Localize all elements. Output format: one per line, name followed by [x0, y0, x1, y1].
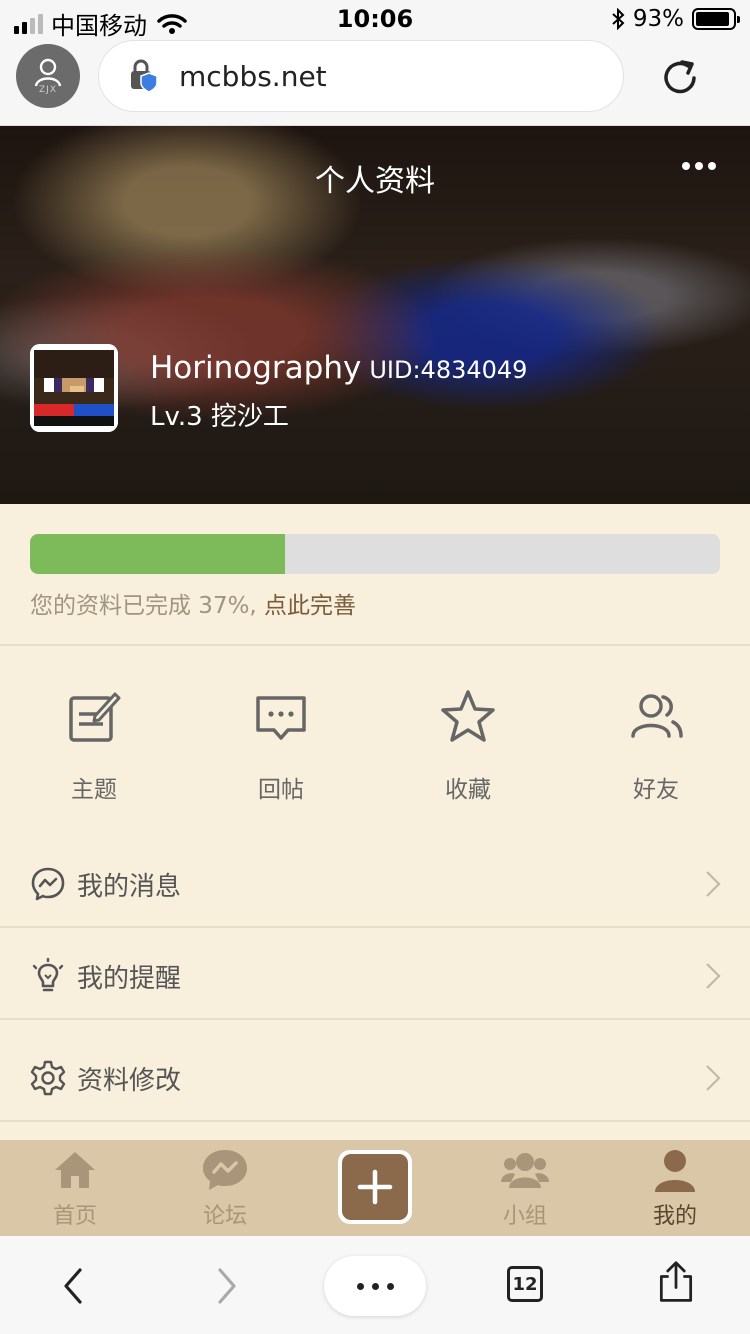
home-icon [55, 1152, 95, 1188]
person-icon [34, 58, 62, 87]
lock-icon [131, 59, 158, 93]
menu-item-edit-profile[interactable]: 资料修改 [0, 1032, 750, 1124]
chevron-right-icon [706, 1065, 721, 1091]
star-icon [441, 690, 495, 742]
url-text: mcbbs.net [179, 59, 327, 93]
tab-mine[interactable]: 我的 [625, 1148, 725, 1230]
chevron-right-icon [706, 871, 721, 897]
edit-icon [69, 692, 121, 742]
menu-item-label: 资料修改 [77, 1065, 182, 1096]
status-right: 93% [611, 6, 740, 32]
divider [0, 644, 750, 646]
user-uid: UID:4834049 [369, 356, 528, 384]
profile-progress-fill [30, 534, 286, 574]
profile-button[interactable]: ZJX [16, 44, 80, 108]
comment-icon [256, 696, 306, 740]
chevron-right-icon [706, 963, 721, 989]
battery-icon [692, 8, 740, 30]
browser-toolbar: 12 [0, 1236, 750, 1334]
minecraft-avatar-image [30, 344, 118, 432]
divider [0, 1120, 750, 1122]
profile-header: 个人资料 Horinography UID:4834049 Lv.3 挖沙工 [0, 126, 750, 504]
tab-label: 论坛 [202, 1204, 247, 1229]
username-text: Horinography [150, 350, 362, 386]
username: Horinography UID:4834049 [150, 350, 527, 386]
browser-address-bar: ZJX mcbbs.net [0, 40, 750, 126]
profile-progress-bar [30, 534, 720, 574]
tabs-button[interactable]: 12 [507, 1266, 543, 1302]
menu-item-label: 我的提醒 [77, 963, 182, 994]
user-level: Lv.3 挖沙工 [150, 402, 289, 432]
quick-action-label: 主题 [71, 777, 117, 803]
quick-action-label: 收藏 [445, 777, 491, 803]
app-tab-bar: 首页 论坛 小组 我的 [0, 1140, 750, 1236]
settings-icon [30, 1060, 66, 1096]
add-post-button[interactable] [338, 1150, 412, 1224]
status-bar: 中国移动 10:06 93% [0, 0, 750, 40]
page-title: 个人资料 [315, 164, 435, 199]
forum-icon [203, 1150, 247, 1190]
menu-item-label: 我的消息 [77, 871, 182, 902]
complete-profile-link[interactable]: 点此完善 [257, 593, 356, 619]
profile-initials: ZJX [39, 85, 57, 95]
quick-action-label: 好友 [633, 777, 679, 803]
share-icon[interactable] [654, 1260, 698, 1304]
tab-label: 首页 [52, 1204, 97, 1229]
add-icon [342, 1154, 408, 1220]
quick-action-topics[interactable]: 主题 [34, 688, 154, 804]
battery-fill [696, 12, 730, 26]
user-icon [655, 1150, 695, 1192]
quick-action-label: 回帖 [258, 777, 304, 803]
friends-icon [631, 694, 683, 738]
menu-item-messages[interactable]: 我的消息 [0, 838, 750, 930]
tab-home[interactable]: 首页 [25, 1148, 125, 1230]
progress-text: 您的资料已完成 37%, [30, 593, 257, 619]
back-icon[interactable] [52, 1264, 96, 1308]
url-field[interactable]: mcbbs.net [98, 40, 624, 112]
group-icon [501, 1153, 549, 1188]
quick-action-replies[interactable]: 回帖 [221, 688, 341, 804]
more-menu-button[interactable] [324, 1256, 426, 1316]
user-avatar[interactable] [30, 344, 118, 432]
quick-action-friends[interactable]: 好友 [596, 688, 716, 804]
divider [0, 1018, 750, 1020]
bulb-icon [32, 958, 64, 992]
quick-action-favorites[interactable]: 收藏 [408, 688, 528, 804]
battery-percent: 93% [632, 6, 684, 32]
reload-icon[interactable] [658, 56, 702, 100]
menu-item-reminders[interactable]: 我的提醒 [0, 930, 750, 1022]
tab-label: 我的 [652, 1204, 697, 1229]
more-options-icon[interactable] [682, 162, 716, 170]
tab-forum[interactable]: 论坛 [175, 1148, 275, 1230]
tab-groups[interactable]: 小组 [475, 1148, 575, 1230]
bluetooth-icon [612, 8, 625, 30]
divider [0, 926, 750, 928]
tab-label: 小组 [502, 1204, 547, 1229]
profile-progress-text: 您的资料已完成 37%, 点此完善 [30, 586, 356, 620]
message-icon [31, 867, 65, 901]
forward-icon[interactable] [204, 1264, 248, 1308]
